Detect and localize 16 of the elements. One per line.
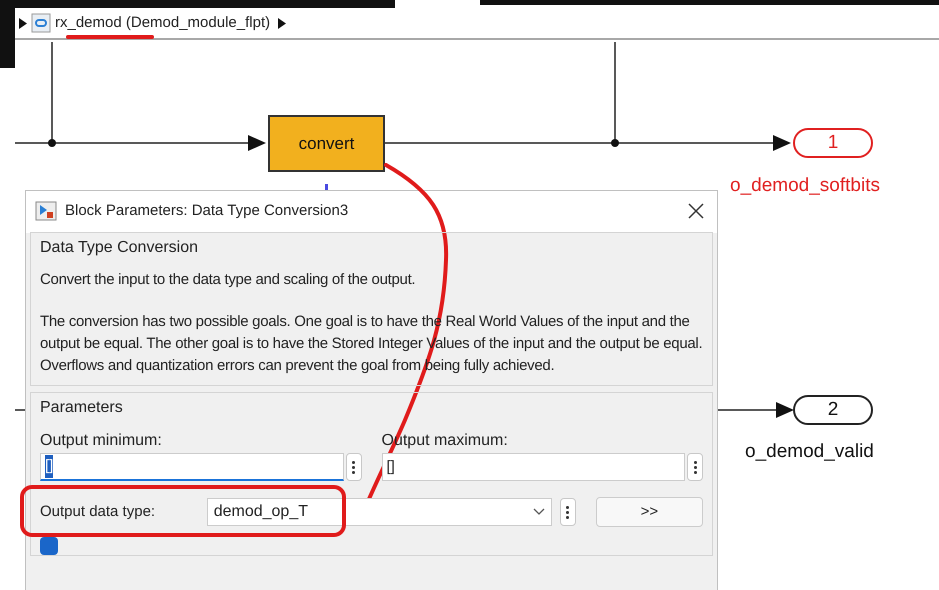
model-path[interactable]: rx_demod (Demod_module_flpt) <box>55 12 270 34</box>
dialog-title: Block Parameters: Data Type Conversion3 <box>65 200 350 221</box>
outport-label: o_demod_valid <box>745 440 874 464</box>
outport-block[interactable]: 1 <box>793 128 873 158</box>
data-type-dropdown[interactable]: demod_op_T <box>206 498 552 526</box>
group-title: Parameters <box>40 398 124 418</box>
outport-label: o_demod_softbits <box>730 174 880 198</box>
field-label: Output data type: <box>40 502 156 522</box>
field-label: Output minimum: <box>40 431 163 451</box>
value-field[interactable]: [] <box>382 453 685 481</box>
value-field[interactable]: [] <box>40 453 344 481</box>
group-title: Data Type Conversion <box>40 238 200 258</box>
assistant-button[interactable]: >> <box>596 497 704 527</box>
description-text: Convert the input to the data type and scaling of the output. <box>40 270 416 290</box>
convert-block[interactable]: convert <box>268 115 385 172</box>
outport-block[interactable]: 2 <box>793 395 873 425</box>
